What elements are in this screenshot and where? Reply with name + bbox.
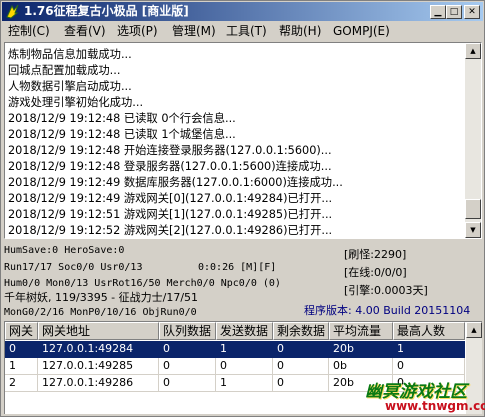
log-line: 2018/12/9 19:12:48 已读取 1个城堡信息... <box>8 128 236 141</box>
table-row[interactable]: 2 127.0.0.1:49286 0 1 0 20b 0 <box>5 375 465 392</box>
cell-avg-traffic: 20b <box>329 375 393 392</box>
log-line: 2018/12/9 19:12:49 数据库服务器(127.0.0.1:6000… <box>8 176 343 189</box>
close-button[interactable]: ✕ <box>464 5 480 19</box>
menu-control[interactable]: 控制(C) <box>8 24 50 39</box>
menu-bar: 控制(C) 查看(V) 选项(P) 管理(M) 工具(T) 帮助(H) GOMP… <box>2 22 483 41</box>
log-panel[interactable]: 炼制物品信息加载成功... 回城点配置加载成功... 人物数据引擎启动成功...… <box>4 42 482 239</box>
scroll-thumb[interactable] <box>465 199 481 219</box>
cell-remaining: 0 <box>273 358 329 375</box>
column-header-sent[interactable]: 发送数据 <box>216 322 273 340</box>
menu-help[interactable]: 帮助(H) <box>279 24 321 39</box>
cell-sent: 1 <box>216 341 273 358</box>
status-monster: 千年树妖, 119/3395 - 征战力士/17/51 <box>4 291 199 304</box>
cell-remaining: 0 <box>273 375 329 392</box>
gateway-table[interactable]: 网关 网关地址 队列数据 发送数据 剩余数据 平均流量 最高人数 0 127.0… <box>4 321 482 414</box>
engine-uptime: [引擎:0.0003天] <box>344 284 428 297</box>
menu-manage[interactable]: 管理(M) <box>172 24 216 39</box>
log-scrollbar[interactable]: ▲ ▼ <box>465 43 481 238</box>
log-line: 人物数据引擎启动成功... <box>8 80 132 93</box>
cell-gateway: 1 <box>5 358 38 375</box>
status-timer: 0:0:26 [M][F] <box>198 262 277 273</box>
arrow-up-icon: ▲ <box>470 47 476 55</box>
scroll-down-button[interactable]: ▼ <box>465 222 481 238</box>
refresh-count: [刷怪:2290] <box>344 248 407 261</box>
cell-avg-traffic: 0b <box>329 358 393 375</box>
log-line: 回城点配置加载成功... <box>8 64 121 77</box>
log-line: 2018/12/9 19:12:48 已读取 0个行会信息... <box>8 112 236 125</box>
cell-max-users: 0 <box>393 358 465 375</box>
cell-queue: 0 <box>159 341 216 358</box>
log-line: 2018/12/9 19:12:48 开始连接登录服务器(127.0.0.1:5… <box>8 144 332 157</box>
column-header-remaining[interactable]: 剩余数据 <box>273 322 329 340</box>
log-line: 2018/12/9 19:12:51 游戏网关[1](127.0.0.1:492… <box>8 208 333 221</box>
arrow-down-icon: ▼ <box>470 226 476 234</box>
menu-options[interactable]: 选项(P) <box>117 24 158 39</box>
maximize-button[interactable]: □ <box>446 5 462 19</box>
menu-tools[interactable]: 工具(T) <box>226 24 267 39</box>
maximize-icon: □ <box>449 7 459 17</box>
log-line: 2018/12/9 19:12:52 游戏网关[2](127.0.0.1:492… <box>8 224 333 237</box>
log-line: 2018/12/9 19:12:48 登录服务器(127.0.0.1:5600)… <box>8 160 332 173</box>
log-line: 2018/12/9 19:12:49 游戏网关[0](127.0.0.1:492… <box>8 192 333 205</box>
close-icon: ✕ <box>468 7 476 17</box>
cell-address: 127.0.0.1:49286 <box>38 375 159 392</box>
column-header-address[interactable]: 网关地址 <box>38 322 159 340</box>
app-icon <box>6 4 19 19</box>
program-version: 程序版本: 4.00 Build 20151104 <box>304 304 471 317</box>
column-header-gateway[interactable]: 网关 <box>5 322 38 340</box>
column-header-max-users[interactable]: 最高人数 <box>393 322 465 340</box>
log-line: 炼制物品信息加载成功... <box>8 48 132 61</box>
table-scroll-up-button[interactable]: ▲ <box>466 322 482 338</box>
title-bar[interactable]: 1.76征程复古小极品 [商业版] ▁ □ ✕ <box>2 2 483 21</box>
minimize-button[interactable]: ▁ <box>430 5 446 19</box>
cell-gateway: 2 <box>5 375 38 392</box>
menu-gompj[interactable]: GOMPJ(E) <box>333 24 390 39</box>
cell-sent: 0 <box>216 358 273 375</box>
cell-avg-traffic: 20b <box>329 341 393 358</box>
status-save: HumSave:0 HeroSave:0 <box>4 245 125 256</box>
cell-address: 127.0.0.1:49285 <box>38 358 159 375</box>
minimize-icon: ▁ <box>434 7 442 17</box>
status-run: Run17/17 Soc0/0 Usr0/13 <box>4 262 143 273</box>
log-line: 游戏处理引擎初始化成功... <box>8 96 144 109</box>
online-count: [在线:0/0/0] <box>344 266 407 279</box>
scroll-up-button[interactable]: ▲ <box>465 43 481 59</box>
cell-queue: 0 <box>159 375 216 392</box>
column-header-avg-traffic[interactable]: 平均流量 <box>329 322 393 340</box>
cell-address: 127.0.0.1:49284 <box>38 341 159 358</box>
cell-sent: 1 <box>216 375 273 392</box>
cell-max-users: 1 <box>393 341 465 358</box>
table-row[interactable]: 0 127.0.0.1:49284 0 1 0 20b 1 <box>5 341 465 358</box>
status-mongen: MonG0/2/16 MonP0/10/16 ObjRun0/0 <box>4 307 197 318</box>
status-counts: Hum0/0 Mon0/13 UsrRot16/50 Merch0/0 Npc0… <box>4 278 281 289</box>
column-header-queue[interactable]: 队列数据 <box>159 322 216 340</box>
cell-max-users: 0 <box>393 375 465 392</box>
table-scrollbar[interactable]: ▲ <box>466 322 482 414</box>
arrow-up-icon: ▲ <box>471 326 477 334</box>
app-window: 1.76征程复古小极品 [商业版] ▁ □ ✕ 控制(C) 查看(V) 选项(P… <box>0 0 485 417</box>
menu-view[interactable]: 查看(V) <box>64 24 106 39</box>
window-title: 1.76征程复古小极品 [商业版] <box>24 4 189 18</box>
cell-remaining: 0 <box>273 341 329 358</box>
cell-queue: 0 <box>159 358 216 375</box>
cell-gateway: 0 <box>5 341 38 358</box>
table-row[interactable]: 1 127.0.0.1:49285 0 0 0 0b 0 <box>5 358 465 375</box>
